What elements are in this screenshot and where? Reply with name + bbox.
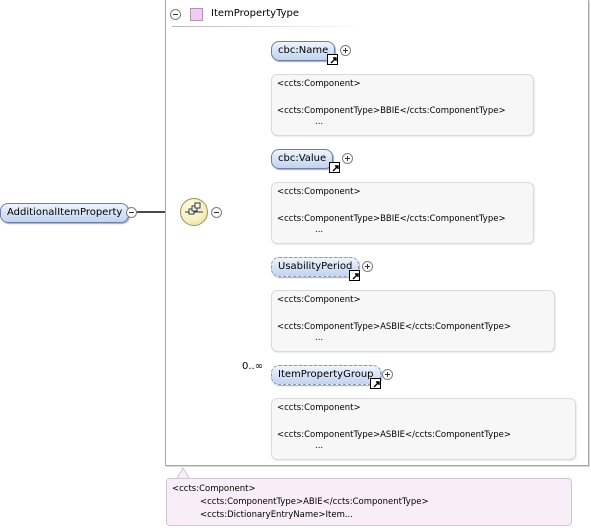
- type-annotation-box: <ccts:Component> <ccts:ComponentType>ABI…: [166, 478, 572, 526]
- reference-arrow-icon: [327, 54, 338, 65]
- type-collapse-icon[interactable]: [170, 9, 181, 20]
- expand-icon[interactable]: [340, 45, 351, 56]
- cardinality-label: 0..∞: [242, 361, 264, 372]
- annotation-box: <ccts:Component> <ccts:ComponentType>ASB…: [271, 290, 555, 352]
- element-label: cbc:Name: [278, 45, 329, 56]
- reference-arrow-icon: [370, 378, 381, 389]
- sequence-collapse-icon[interactable]: [211, 207, 222, 218]
- root-collapse-icon[interactable]: [126, 207, 137, 218]
- expand-icon[interactable]: [362, 261, 373, 272]
- complex-type-icon: [190, 8, 203, 21]
- element-cbc-name[interactable]: cbc:Name: [271, 41, 336, 61]
- type-name: ItemPropertyType: [211, 8, 300, 19]
- type-header-divider: [172, 26, 362, 27]
- annotation-box: <ccts:Component> <ccts:ComponentType>BBI…: [271, 74, 534, 136]
- element-label: cbc:Value: [278, 153, 327, 164]
- element-label: ItemPropertyGroup: [278, 369, 374, 380]
- element-cbc-value[interactable]: cbc:Value: [271, 149, 334, 169]
- element-label: UsabilityPeriod: [278, 261, 353, 272]
- reference-arrow-icon: [329, 162, 340, 173]
- sequence-compositor-icon[interactable]: [180, 198, 208, 226]
- element-item-property-group[interactable]: ItemPropertyGroup: [271, 365, 381, 385]
- expand-icon[interactable]: [342, 153, 353, 164]
- reference-arrow-icon: [349, 270, 360, 281]
- element-usability-period[interactable]: UsabilityPeriod: [271, 257, 360, 277]
- annotation-box: <ccts:Component> <ccts:ComponentType>BBI…: [271, 182, 534, 244]
- root-element-label: AdditionalItemProperty: [7, 207, 123, 218]
- expand-icon[interactable]: [382, 369, 393, 380]
- annotation-box: <ccts:Component> <ccts:ComponentType>ASB…: [271, 398, 576, 460]
- root-element[interactable]: AdditionalItemProperty: [0, 203, 130, 223]
